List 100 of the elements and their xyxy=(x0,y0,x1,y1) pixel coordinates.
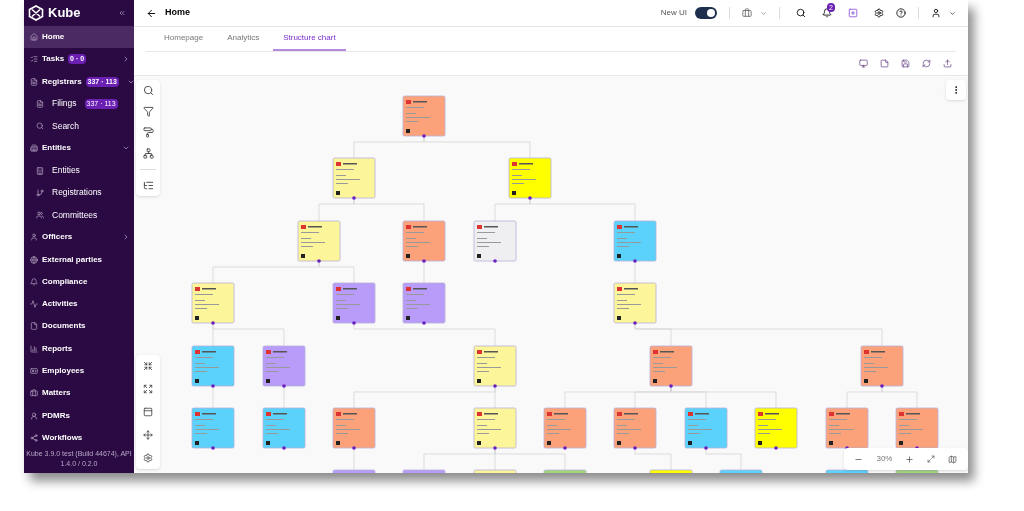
org-chart-node[interactable] xyxy=(719,469,763,473)
org-chart-node[interactable] xyxy=(543,407,587,450)
org-chart-node[interactable] xyxy=(332,469,376,473)
menu-label: Documents xyxy=(42,320,86,333)
org-chart-node[interactable] xyxy=(860,345,904,388)
org-chart-node[interactable] xyxy=(402,220,446,263)
org-chart-node[interactable] xyxy=(613,407,657,450)
sidebar-subitem[interactable]: Registrations xyxy=(24,181,134,204)
panel-icon[interactable] xyxy=(143,407,153,417)
sidebar-item[interactable]: Entities xyxy=(24,137,134,160)
org-chart-node[interactable] xyxy=(297,220,341,263)
toggle-label: New UI xyxy=(660,7,687,19)
org-chart-node[interactable] xyxy=(402,469,446,473)
sidebar-item[interactable]: Workflows xyxy=(24,426,134,449)
settings-icon[interactable] xyxy=(143,453,153,463)
sidebar-item[interactable]: Activities xyxy=(24,293,134,316)
org-chart-node[interactable] xyxy=(895,469,939,473)
collapse-icon[interactable] xyxy=(143,361,153,371)
hierarchy-icon[interactable] xyxy=(142,148,154,159)
paint-roller-icon[interactable] xyxy=(142,127,154,138)
collapse-sidebar-icon[interactable] xyxy=(118,8,126,17)
org-chart-node[interactable] xyxy=(613,282,657,325)
menu-label: Reports xyxy=(42,342,73,355)
logo-text: Kube xyxy=(48,4,81,23)
sidebar-item[interactable]: Matters xyxy=(24,382,134,405)
menu-label: PDMRs xyxy=(42,409,70,422)
menu-icon xyxy=(30,55,38,64)
fit-icon[interactable] xyxy=(927,455,936,463)
org-chart-node[interactable] xyxy=(402,282,446,325)
menu-label: Matters xyxy=(42,387,71,400)
search-icon[interactable] xyxy=(142,85,154,96)
org-chart-node[interactable] xyxy=(754,407,798,450)
org-chart-node[interactable] xyxy=(473,220,517,263)
org-chart-node[interactable] xyxy=(402,95,446,138)
menu-label: Activities xyxy=(42,298,78,311)
tab[interactable]: Structure chart xyxy=(273,27,346,51)
org-chart-node[interactable] xyxy=(191,407,235,450)
org-chart-node[interactable] xyxy=(543,469,587,473)
org-chart-node[interactable] xyxy=(191,282,235,325)
more-menu-button[interactable] xyxy=(946,80,966,100)
org-chart-node[interactable] xyxy=(262,407,306,450)
tab[interactable]: Homepage xyxy=(154,27,214,51)
org-chart-node[interactable] xyxy=(508,157,552,200)
save-icon[interactable] xyxy=(901,59,910,68)
menu-label: Committees xyxy=(52,208,98,222)
briefcase-icon[interactable] xyxy=(742,8,752,18)
org-chart-node[interactable] xyxy=(473,345,517,388)
share-icon[interactable] xyxy=(943,59,952,68)
map-icon[interactable] xyxy=(948,454,958,464)
settings-icon[interactable] xyxy=(874,8,884,18)
sidebar-item[interactable]: Reports xyxy=(24,337,134,360)
sidebar-item[interactable]: Officers xyxy=(24,226,134,249)
sidebar-item[interactable]: Compliance xyxy=(24,270,134,294)
org-chart-node[interactable] xyxy=(473,407,517,450)
refresh-icon[interactable] xyxy=(922,59,931,68)
sidebar-subitem[interactable]: Committees xyxy=(24,204,134,227)
list-icon[interactable] xyxy=(142,180,154,191)
menu-label: Filings xyxy=(52,97,77,111)
sidebar-item[interactable]: Home xyxy=(24,25,134,49)
menu-icon xyxy=(30,433,38,442)
sidebar-item[interactable]: External parties xyxy=(24,248,134,271)
org-chart-node[interactable] xyxy=(332,157,376,200)
caret-icon[interactable] xyxy=(949,9,956,17)
org-chart-node[interactable] xyxy=(191,345,235,388)
org-chart-node[interactable] xyxy=(473,469,517,473)
org-chart-node[interactable] xyxy=(649,345,693,388)
org-chart-node[interactable] xyxy=(825,407,869,450)
zoom-in-icon[interactable] xyxy=(905,454,915,464)
back-icon[interactable] xyxy=(146,7,157,19)
add-icon[interactable] xyxy=(848,8,858,18)
help-icon[interactable] xyxy=(896,8,906,18)
new-ui-switch[interactable] xyxy=(695,7,717,19)
expand-icon[interactable] xyxy=(143,384,153,394)
monitor-icon[interactable] xyxy=(859,59,868,68)
note-icon[interactable] xyxy=(880,59,889,68)
notifications-icon[interactable] xyxy=(822,8,832,18)
connector-line xyxy=(705,447,742,471)
menu-icon xyxy=(30,344,38,353)
menu-label: Registrations xyxy=(52,186,102,200)
org-chart-node[interactable] xyxy=(895,407,939,450)
user-icon[interactable] xyxy=(931,8,941,18)
sidebar-subitem[interactable]: Entities xyxy=(24,159,134,182)
org-chart-node[interactable] xyxy=(262,345,306,388)
move-icon[interactable] xyxy=(143,430,153,440)
sidebar-item[interactable]: Documents xyxy=(24,315,134,338)
org-chart-node[interactable] xyxy=(825,469,869,473)
org-chart-node[interactable] xyxy=(684,407,728,450)
org-chart-node[interactable] xyxy=(649,469,693,473)
org-chart-node[interactable] xyxy=(332,407,376,450)
filter-icon[interactable] xyxy=(142,106,154,117)
menu-label: Search xyxy=(52,119,79,133)
org-chart-node[interactable] xyxy=(332,282,376,325)
sidebar-item[interactable]: Employees xyxy=(24,359,134,383)
search-icon[interactable] xyxy=(796,8,806,18)
menu-label: Compliance xyxy=(42,275,88,288)
sidebar-item[interactable]: PDMRs xyxy=(24,404,134,427)
org-chart-node[interactable] xyxy=(613,220,657,263)
menu-label: Workflows xyxy=(42,431,83,444)
tab[interactable]: Analytics xyxy=(217,27,270,51)
sidebar-subitem[interactable]: Search xyxy=(24,114,134,138)
